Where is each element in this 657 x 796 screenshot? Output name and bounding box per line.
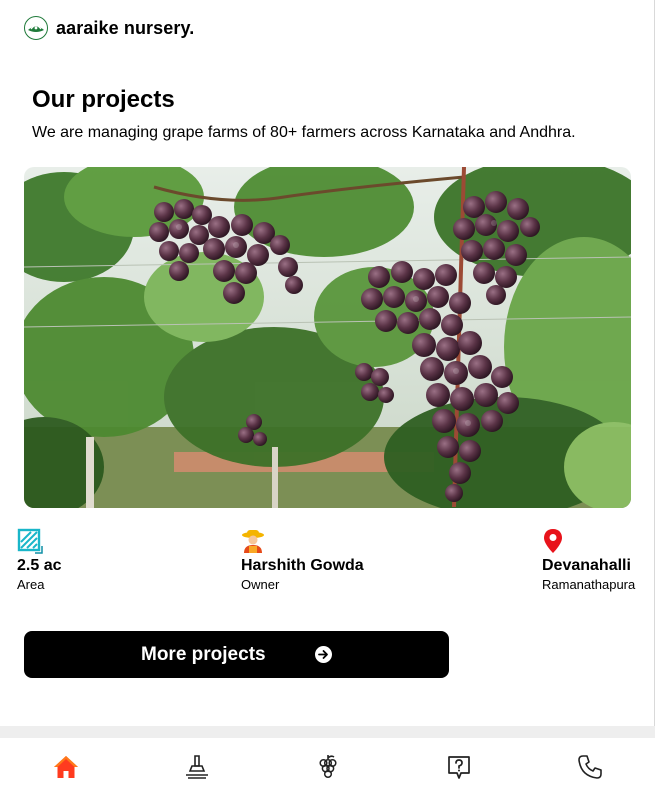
page-subtitle: We are managing grape farms of 80+ farme…	[32, 124, 576, 141]
stat-owner: Harshith Gowda Owner	[241, 528, 364, 592]
grape-vineyard-photo	[24, 167, 631, 508]
stat-location: Devanahalli Ramanathapura	[542, 528, 635, 592]
nursery-logo-icon[interactable]	[24, 16, 48, 40]
help-icon	[448, 756, 470, 779]
nav-soil[interactable]	[183, 753, 211, 781]
nav-help[interactable]	[445, 753, 473, 781]
grapes-icon	[319, 755, 337, 779]
location-pin-icon	[542, 528, 568, 554]
brand-name[interactable]: aaraike nursery.	[56, 18, 194, 39]
stat-area-label: Area	[17, 577, 45, 592]
arrow-right-circle-icon	[315, 646, 332, 663]
stat-area: 2.5 ac Area	[17, 528, 61, 592]
header: aaraike nursery.	[24, 15, 194, 41]
stat-location-label: Ramanathapura	[542, 577, 636, 592]
app-frame: aaraike nursery. Our projects We are man…	[0, 0, 655, 796]
nav-contact[interactable]	[576, 753, 604, 781]
more-projects-label: More projects	[141, 644, 266, 665]
home-icon	[54, 756, 78, 778]
bottom-nav	[0, 738, 655, 796]
nav-divider	[0, 726, 655, 738]
more-projects-button[interactable]: More projects	[24, 631, 449, 678]
stat-owner-label: Owner	[241, 577, 280, 592]
area-icon	[17, 528, 43, 554]
page-title: Our projects	[32, 86, 175, 113]
stat-location-value: Devanahalli	[542, 557, 631, 574]
farmer-icon	[241, 528, 267, 554]
phone-icon	[578, 755, 602, 779]
soil-tool-icon	[186, 755, 208, 779]
nav-home[interactable]	[52, 753, 80, 781]
stat-owner-value: Harshith Gowda	[241, 557, 364, 574]
stat-area-value: 2.5 ac	[17, 557, 62, 574]
nav-grapes[interactable]	[314, 753, 342, 781]
